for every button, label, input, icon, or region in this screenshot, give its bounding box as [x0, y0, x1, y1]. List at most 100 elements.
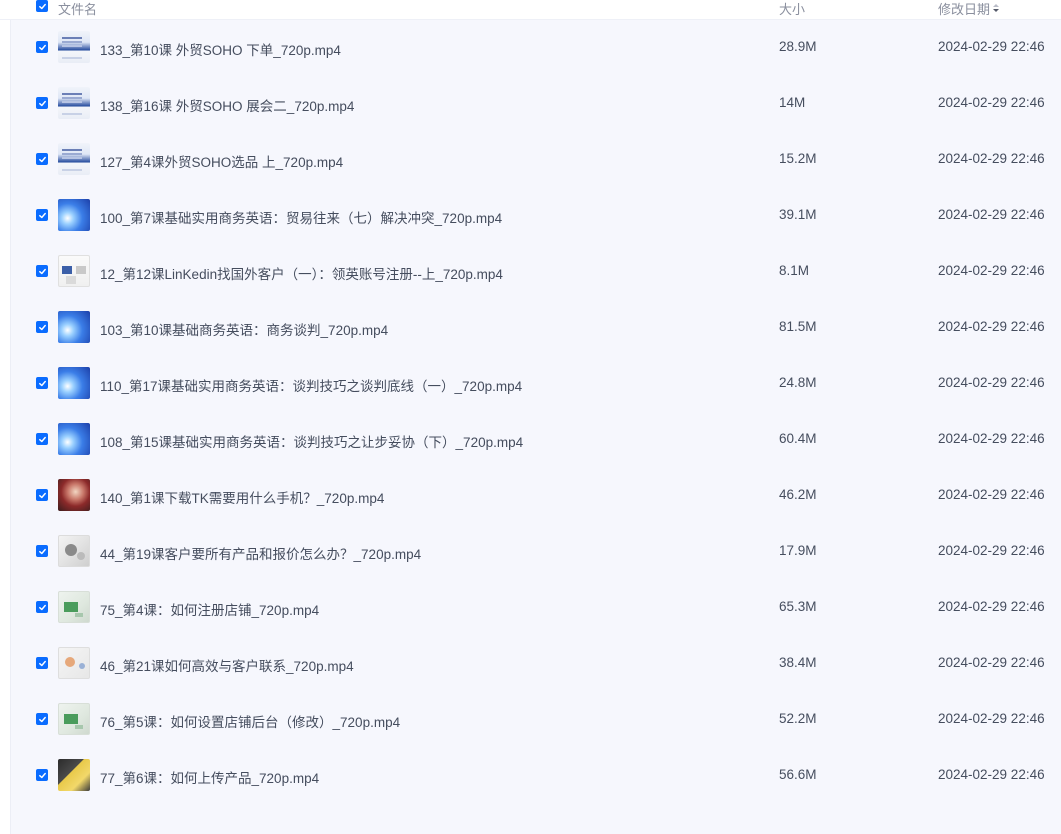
checkbox-checked-icon: [38, 436, 46, 442]
file-rows: 133_第10课 外贸SOHO 下单_720p.mp4 28.9M 2024-02-…: [0, 20, 1061, 804]
row-checkbox[interactable]: [36, 657, 48, 669]
row-checkbox[interactable]: [36, 713, 48, 725]
file-list-header: 文件名 大小 修改日期: [0, 0, 1061, 20]
sort-desc-icon[interactable]: [992, 3, 1000, 15]
checkbox-checked-icon: [38, 716, 46, 722]
file-date: 2024-02-29 22:46: [938, 487, 1045, 502]
file-row[interactable]: 77_第6课：如何上传产品_720p.mp4 56.6M 2024-02-29 22…: [0, 748, 1061, 804]
file-date: 2024-02-29 22:46: [938, 375, 1045, 390]
row-checkbox[interactable]: [36, 153, 48, 165]
file-size: 39.1M: [779, 207, 817, 222]
video-thumbnail[interactable]: [58, 703, 90, 735]
file-row[interactable]: 100_第7课基础实用商务英语：贸易往来（七）解决冲突_720p.mp4 39.1…: [0, 188, 1061, 244]
row-checkbox[interactable]: [36, 489, 48, 501]
video-thumbnail[interactable]: [58, 311, 90, 343]
checkbox-checked-icon: [38, 604, 46, 610]
row-checkbox[interactable]: [36, 433, 48, 445]
file-size: 8.1M: [779, 263, 810, 278]
file-size: 14M: [779, 95, 806, 110]
video-thumbnail[interactable]: [58, 31, 90, 63]
file-size: 28.9M: [779, 39, 817, 54]
file-date: 2024-02-29 22:46: [938, 711, 1045, 726]
file-size: 17.9M: [779, 543, 817, 558]
checkbox-checked-icon: [38, 324, 46, 330]
checkbox-checked-icon: [38, 212, 46, 218]
file-name[interactable]: 103_第10课基础商务英语：商务谈判_720p.mp4: [100, 319, 388, 339]
file-name[interactable]: 133_第10课 外贸SOHO 下单_720p.mp4: [100, 39, 341, 59]
video-thumbnail[interactable]: [58, 143, 90, 175]
file-date: 2024-02-29 22:46: [938, 543, 1045, 558]
row-checkbox[interactable]: [36, 41, 48, 53]
file-row[interactable]: 138_第16课 外贸SOHO 展会二_720p.mp4 14M 2024-02-2…: [0, 76, 1061, 132]
row-checkbox[interactable]: [36, 97, 48, 109]
column-header-size[interactable]: 大小: [779, 0, 805, 18]
column-header-name[interactable]: 文件名: [58, 0, 97, 18]
file-list-page: 文件名 大小 修改日期 133_第10课 外贸SOHO 下单_720p.mp4 2…: [0, 0, 1061, 834]
row-checkbox[interactable]: [36, 265, 48, 277]
file-name[interactable]: 46_第21课如何高效与客户联系_720p.mp4: [100, 655, 354, 675]
file-row[interactable]: 110_第17课基础实用商务英语：谈判技巧之谈判底线（一）_720p.mp4 24…: [0, 356, 1061, 412]
file-name[interactable]: 127_第4课外贸SOHO选品 上_720p.mp4: [100, 151, 343, 171]
file-date: 2024-02-29 22:46: [938, 263, 1045, 278]
file-name[interactable]: 44_第19课客户要所有产品和报价怎么办？_720p.mp4: [100, 543, 421, 563]
row-checkbox[interactable]: [36, 601, 48, 613]
checkbox-checked-icon: [38, 660, 46, 666]
file-name[interactable]: 138_第16课 外贸SOHO 展会二_720p.mp4: [100, 95, 354, 115]
file-row[interactable]: 140_第1课下载TK需要用什么手机？_720p.mp4 46.2M 2024-02…: [0, 468, 1061, 524]
video-thumbnail[interactable]: [58, 423, 90, 455]
video-thumbnail[interactable]: [58, 87, 90, 119]
video-thumbnail[interactable]: [58, 367, 90, 399]
checkbox-checked-icon: [38, 100, 46, 106]
file-row[interactable]: 12_第12课LinKedin找国外客户（一）：领英账号注册--上_720p.m…: [0, 244, 1061, 300]
checkbox-checked-icon: [38, 156, 46, 162]
video-thumbnail[interactable]: [58, 647, 90, 679]
file-name[interactable]: 140_第1课下载TK需要用什么手机？_720p.mp4: [100, 487, 384, 507]
file-name[interactable]: 110_第17课基础实用商务英语：谈判技巧之谈判底线（一）_720p.mp4: [100, 375, 522, 395]
file-row[interactable]: 46_第21课如何高效与客户联系_720p.mp4 38.4M 2024-02-29…: [0, 636, 1061, 692]
file-row[interactable]: 108_第15课基础实用商务英语：谈判技巧之让步妥协（下）_720p.mp4 60…: [0, 412, 1061, 468]
video-thumbnail[interactable]: [58, 759, 90, 791]
video-thumbnail[interactable]: [58, 535, 90, 567]
file-name[interactable]: 12_第12课LinKedin找国外客户（一）：领英账号注册--上_720p.m…: [100, 263, 503, 283]
video-thumbnail[interactable]: [58, 479, 90, 511]
row-checkbox[interactable]: [36, 377, 48, 389]
file-row[interactable]: 75_第4课：如何注册店铺_720p.mp4 65.3M 2024-02-29 22…: [0, 580, 1061, 636]
file-size: 81.5M: [779, 319, 817, 334]
file-size: 65.3M: [779, 599, 817, 614]
row-checkbox[interactable]: [36, 209, 48, 221]
select-all-checkbox[interactable]: [36, 0, 48, 12]
file-row[interactable]: 133_第10课 外贸SOHO 下单_720p.mp4 28.9M 2024-02-…: [0, 20, 1061, 76]
file-size: 46.2M: [779, 487, 817, 502]
row-checkbox[interactable]: [36, 545, 48, 557]
file-name[interactable]: 77_第6课：如何上传产品_720p.mp4: [100, 767, 319, 787]
file-row[interactable]: 103_第10课基础商务英语：商务谈判_720p.mp4 81.5M 2024-02…: [0, 300, 1061, 356]
file-row[interactable]: 76_第5课：如何设置店铺后台（修改）_720p.mp4 52.2M 2024-02…: [0, 692, 1061, 748]
row-checkbox[interactable]: [36, 769, 48, 781]
file-size: 60.4M: [779, 431, 817, 446]
file-size: 56.6M: [779, 767, 817, 782]
checkbox-checked-icon: [38, 772, 46, 778]
file-name[interactable]: 100_第7课基础实用商务英语：贸易往来（七）解决冲突_720p.mp4: [100, 207, 502, 227]
file-name[interactable]: 76_第5课：如何设置店铺后台（修改）_720p.mp4: [100, 711, 400, 731]
file-row[interactable]: 127_第4课外贸SOHO选品 上_720p.mp4 15.2M 2024-02-2…: [0, 132, 1061, 188]
file-date: 2024-02-29 22:46: [938, 655, 1045, 670]
file-date: 2024-02-29 22:46: [938, 319, 1045, 334]
video-thumbnail[interactable]: [58, 255, 90, 287]
file-size: 38.4M: [779, 655, 817, 670]
file-name[interactable]: 108_第15课基础实用商务英语：谈判技巧之让步妥协（下）_720p.mp4: [100, 431, 523, 451]
file-row[interactable]: 44_第19课客户要所有产品和报价怎么办？_720p.mp4 17.9M 2024-…: [0, 524, 1061, 580]
column-header-date[interactable]: 修改日期: [938, 0, 1000, 18]
file-name[interactable]: 75_第4课：如何注册店铺_720p.mp4: [100, 599, 319, 619]
checkbox-checked-icon: [38, 380, 46, 386]
file-date: 2024-02-29 22:46: [938, 767, 1045, 782]
video-thumbnail[interactable]: [58, 199, 90, 231]
file-size: 15.2M: [779, 151, 817, 166]
video-thumbnail[interactable]: [58, 591, 90, 623]
column-header-date-label: 修改日期: [938, 2, 991, 17]
file-date: 2024-02-29 22:46: [938, 39, 1045, 54]
checkbox-checked-icon: [38, 268, 46, 274]
row-checkbox[interactable]: [36, 321, 48, 333]
checkbox-checked-icon: [38, 44, 46, 50]
file-date: 2024-02-29 22:46: [938, 599, 1045, 614]
file-date: 2024-02-29 22:46: [938, 95, 1045, 110]
